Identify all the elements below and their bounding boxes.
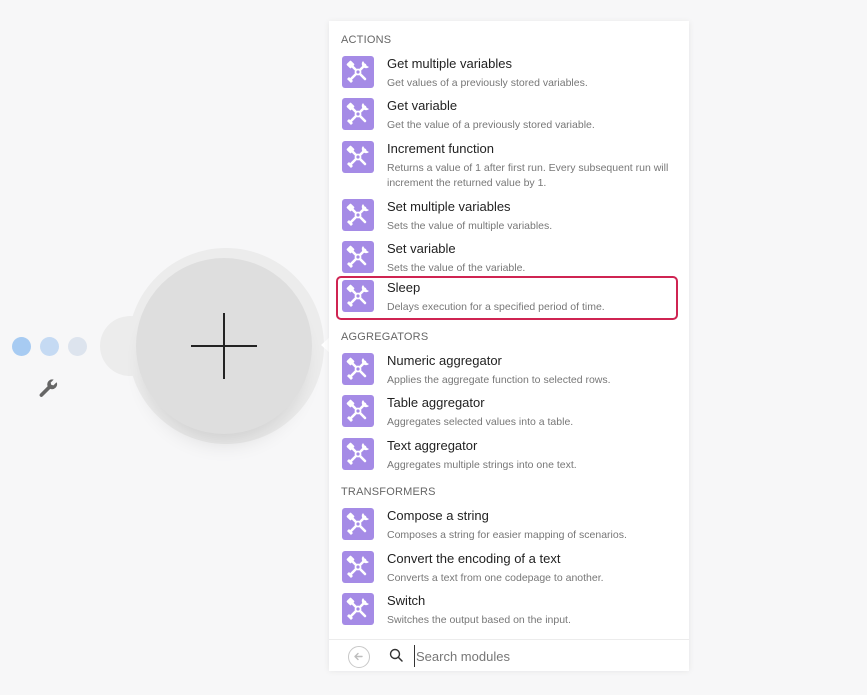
module-item-title: Compose a string [387,508,489,523]
module-item-description: Switches the output based on the input. [387,614,571,626]
module-item-title: Get multiple variables [387,56,512,71]
arrow-left-icon [354,652,363,661]
section-title-transformers: TRANSFORMERS [341,486,436,498]
tools-icon [342,56,374,88]
module-item-switch[interactable]: Switch Switches the output based on the i… [337,593,678,633]
module-picker-panel: ACTIONS Get multiple variables Get values … [329,21,689,671]
module-item-description: Sets the value of the variable. [387,262,526,274]
module-item-table-aggregator[interactable]: Table aggregator Aggregates selected valu… [337,395,678,435]
module-item-get-variable[interactable]: Get variable Get the value of a previousl… [337,98,678,138]
module-item-text-aggregator[interactable]: Text aggregator Aggregates multiple strin… [337,438,678,478]
module-item-title: Sleep [387,280,421,295]
module-item-title: Increment function [387,141,494,156]
tools-icon [342,551,374,583]
module-item-set-variable[interactable]: Set variable Sets the value of the variab… [337,241,678,281]
module-item-compose-a-string[interactable]: Compose a string Composes a string for ea… [337,508,678,548]
module-item-title: Text aggregator [387,438,478,453]
module-list[interactable]: ACTIONS Get multiple variables Get values … [329,21,689,639]
back-button[interactable] [348,646,370,668]
module-item-description: Delays execution for a specified period … [387,301,605,313]
dot-2 [40,337,59,356]
section-title-aggregators: AGGREGATORS [341,331,429,343]
tools-icon [342,98,374,130]
module-item-description: Sets the value of multiple variables. [387,220,553,232]
module-item-description: Returns a value of 1 after first run. Ev… [387,162,669,189]
module-item-description: Converts a text from one codepage to ano… [387,572,604,584]
tools-icon [342,593,374,625]
module-item-title: Convert the encoding of a text [387,551,561,566]
module-item-description: Get the value of a previously stored var… [387,119,595,131]
plus-icon-vertical[interactable] [223,313,225,379]
dot-1 [12,337,31,356]
module-item-description: Aggregates multiple strings into one tex… [387,459,577,471]
module-item-title: Table aggregator [387,395,485,410]
module-item-description: Composes a string for easier mapping of … [387,529,627,541]
module-item-get-multiple-variables[interactable]: Get multiple variables Get values of a pr… [337,56,678,96]
panel-footer [329,639,689,671]
loading-dots [12,337,87,356]
module-item-numeric-aggregator[interactable]: Numeric aggregator Applies the aggregate … [337,353,678,393]
section-title-actions: ACTIONS [341,34,392,46]
module-item-title: Set variable [387,241,456,256]
module-item-description: Get values of a previously stored variab… [387,77,588,89]
module-item-description: Aggregates selected values into a table. [387,416,574,428]
module-item-title: Set multiple variables [387,199,511,214]
dot-3 [68,337,87,356]
tools-icon [342,395,374,427]
module-item-description: Applies the aggregate function to select… [387,374,611,386]
tools-icon [342,280,374,312]
module-item-increment-function[interactable]: Increment function Returns a value of 1 a… [337,141,678,189]
search-icon [389,648,403,662]
tools-icon [342,353,374,385]
tools-icon [342,199,374,231]
module-item-title: Get variable [387,98,458,113]
module-item-title: Switch [387,593,426,608]
tools-icon [342,141,374,173]
tools-icon [342,508,374,540]
search-input[interactable] [414,645,671,667]
module-item-title: Numeric aggregator [387,353,502,368]
wrench-icon[interactable] [37,377,59,399]
tools-icon [342,438,374,470]
tools-icon [342,241,374,273]
module-item-set-multiple-variables[interactable]: Set multiple variables Sets the value of … [337,199,678,239]
module-item-sleep[interactable]: Sleep Delays execution for a specified pe… [336,276,678,320]
module-item-convert-the-encoding-of-a-text[interactable]: Convert the encoding of a text Converts a… [337,551,678,591]
